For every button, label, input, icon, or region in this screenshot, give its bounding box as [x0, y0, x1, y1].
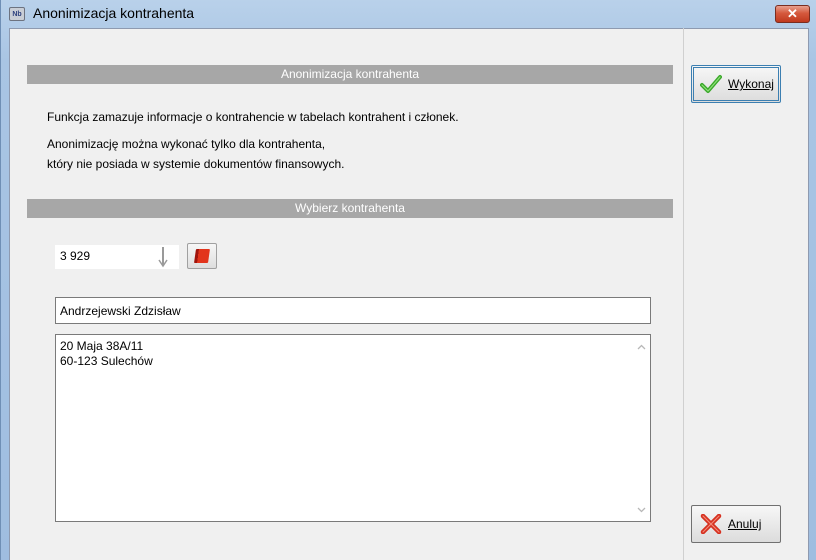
checkmark-icon — [700, 75, 722, 93]
address-line-2: 60-123 Sulechów — [60, 354, 153, 368]
description-line-1: Funkcja zamazuje informacje o kontrahenc… — [47, 110, 459, 124]
contractor-name-value: Andrzejewski Zdzisław — [60, 304, 181, 318]
button-panel-divider — [683, 28, 684, 560]
close-button[interactable]: ✕ — [775, 5, 810, 23]
section-header-select-contractor: Wybierz kontrahenta — [27, 199, 673, 218]
cross-icon — [700, 514, 722, 534]
dialog-window: Nb Anonimizacja kontrahenta ✕ Anonimizac… — [0, 0, 816, 560]
address-line-1: 20 Maja 38A/11 — [60, 339, 144, 353]
scroll-up-icon[interactable] — [637, 343, 646, 352]
scroll-down-icon[interactable] — [637, 505, 646, 514]
lookup-contractor-button[interactable] — [187, 243, 217, 269]
execute-button[interactable]: Wykonaj — [691, 65, 781, 103]
contractor-id-value: 3 929 — [60, 249, 91, 263]
description-line-2: Anonimizację można wykonać tylko dla kon… — [47, 137, 326, 151]
contractor-name-field[interactable]: Andrzejewski Zdzisław — [55, 297, 651, 324]
cancel-label: Anuluj — [728, 517, 762, 531]
address-textarea[interactable]: 20 Maja 38A/11 60-123 Sulechów — [55, 334, 651, 522]
app-icon: Nb — [9, 7, 25, 21]
book-icon — [194, 249, 210, 263]
cancel-button[interactable]: Anuluj — [691, 505, 781, 543]
section-header-anonymization: Anonimizacja kontrahenta — [27, 65, 673, 84]
down-arrow-icon[interactable] — [157, 245, 169, 269]
address-scrollbar[interactable] — [633, 335, 650, 521]
description-line-3: który nie posiada w systemie dokumentów … — [47, 157, 345, 171]
title-bar: Nb Anonimizacja kontrahenta ✕ — [1, 0, 816, 28]
execute-label: Wykonaj — [728, 77, 774, 91]
window-title: Anonimizacja kontrahenta — [33, 5, 195, 21]
